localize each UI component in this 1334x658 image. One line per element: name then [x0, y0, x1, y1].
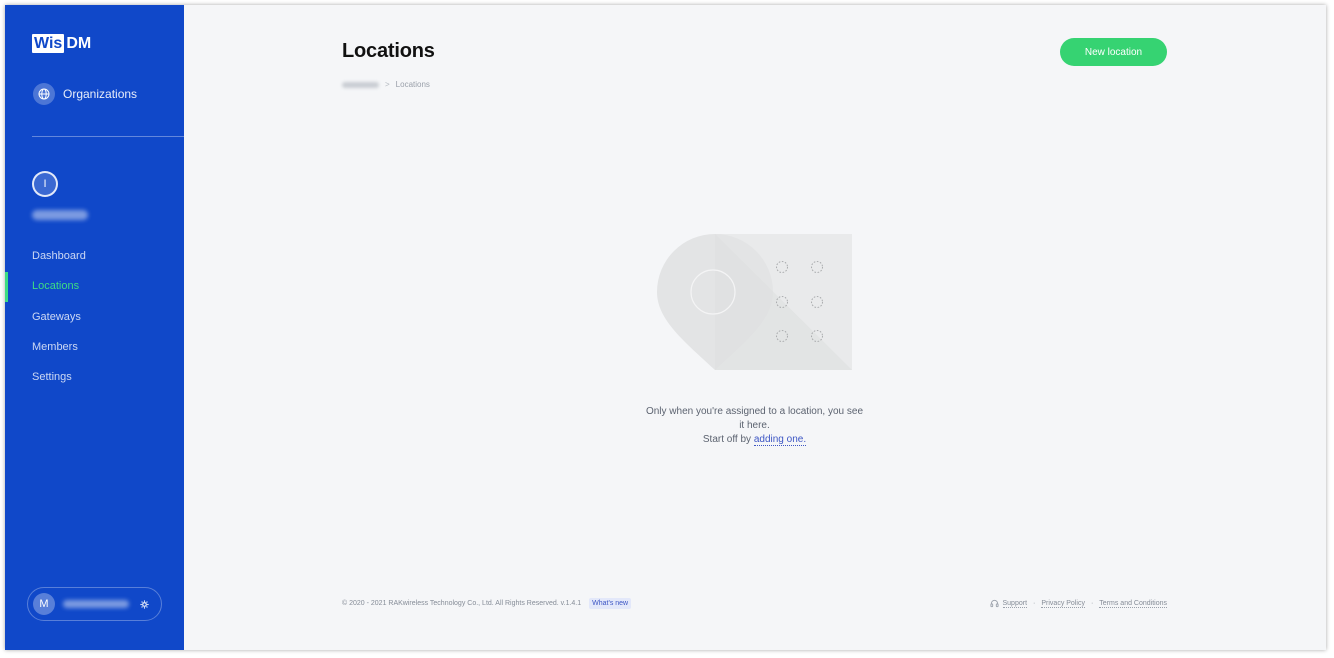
wisdm-logo[interactable]: Wis DM [32, 33, 91, 53]
footer-separator: · [1033, 600, 1036, 607]
headset-icon [989, 599, 999, 608]
sidebar-nav: Dashboard Locations Gateways Members Set… [5, 241, 184, 392]
footer-links: Support · Privacy Policy · Terms and Con… [989, 599, 1167, 608]
terms-link[interactable]: Terms and Conditions [1099, 600, 1167, 608]
footer-copyright-row: © 2020 - 2021 RAKwireless Technology Co.… [342, 598, 632, 609]
user-menu[interactable]: M [27, 587, 162, 621]
breadcrumb: > Locations [342, 80, 430, 89]
logo-wis: Wis [32, 33, 65, 53]
empty-locations-illustration [655, 230, 853, 370]
breadcrumb-separator: > [385, 80, 390, 89]
empty-state-line1: Only when you're assigned to a location,… [645, 406, 864, 431]
organization-name-redacted [32, 210, 88, 220]
globe-icon [33, 83, 55, 105]
user-avatar: M [33, 593, 55, 615]
sidebar: Wis DM Organizations I Dashboard Locatio… [5, 5, 184, 650]
logo-dm: DM [66, 34, 92, 52]
empty-state-prefix: Start off by [702, 434, 752, 445]
user-name-redacted [63, 600, 129, 608]
breadcrumb-current: Locations [395, 80, 430, 89]
sidebar-item-dashboard[interactable]: Dashboard [5, 241, 184, 271]
empty-state-message: Only when you're assigned to a location,… [645, 405, 864, 447]
sidebar-divider [32, 136, 184, 137]
sidebar-item-gateways[interactable]: Gateways [5, 302, 184, 332]
app-window: Wis DM Organizations I Dashboard Locatio… [5, 5, 1326, 650]
privacy-policy-link[interactable]: Privacy Policy [1041, 600, 1085, 608]
new-location-button[interactable]: New location [1060, 38, 1167, 66]
breadcrumb-organization-redacted[interactable] [342, 81, 379, 88]
organization-initial: I [43, 178, 47, 190]
organizations-link[interactable]: Organizations [33, 83, 137, 105]
support-link[interactable]: Support [1002, 600, 1028, 608]
sidebar-item-locations[interactable]: Locations [5, 271, 184, 303]
gear-icon[interactable] [140, 599, 149, 609]
page-title: Locations [342, 40, 435, 62]
copyright-text: © 2020 - 2021 RAKwireless Technology Co.… [342, 600, 582, 607]
sidebar-item-members[interactable]: Members [5, 332, 184, 362]
add-location-link[interactable]: adding one. [753, 434, 807, 446]
whats-new-link[interactable]: What's new [589, 598, 632, 609]
organizations-label: Organizations [63, 87, 138, 101]
empty-state-line2: Start off by adding one. [645, 433, 864, 447]
footer-separator: · [1090, 600, 1094, 607]
organization-avatar[interactable]: I [32, 171, 58, 197]
sidebar-item-settings[interactable]: Settings [5, 362, 184, 392]
